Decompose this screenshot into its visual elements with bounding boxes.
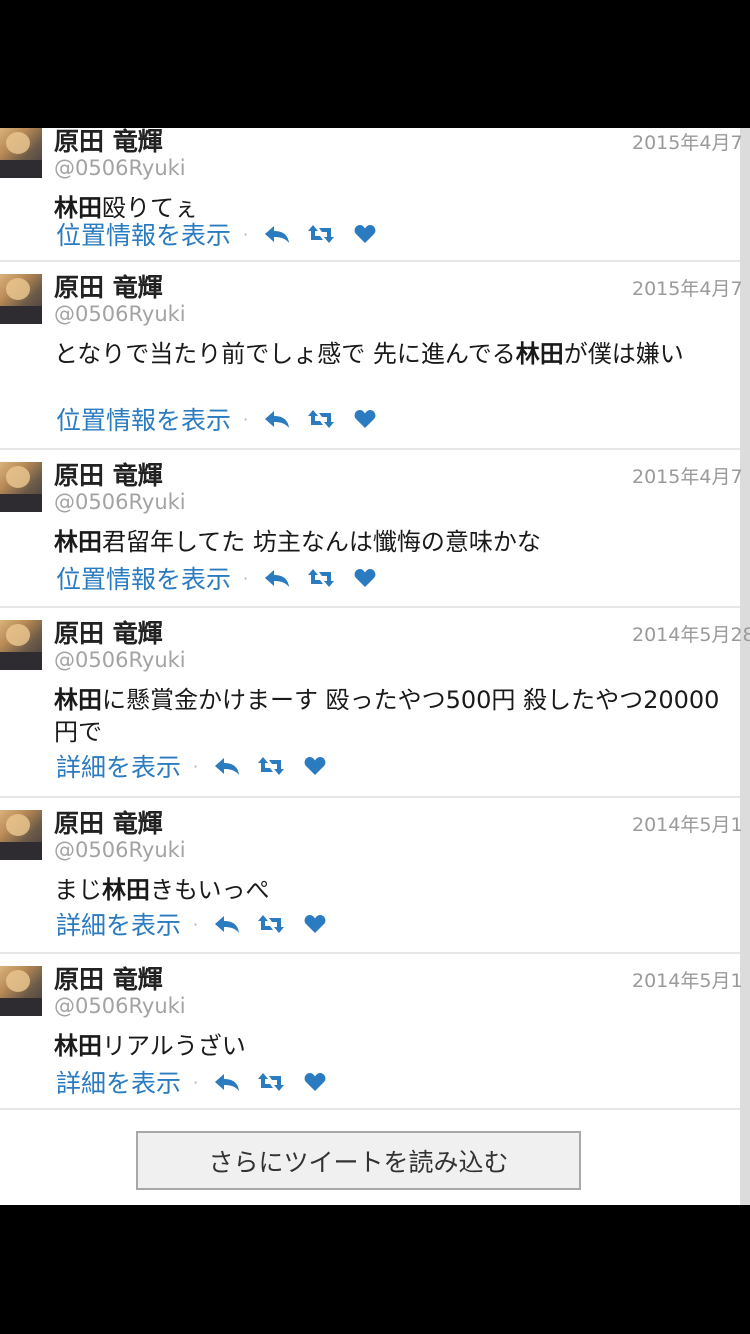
tweet-actions: 位置情報を表示 · bbox=[56, 216, 394, 252]
heart-icon[interactable] bbox=[350, 405, 380, 433]
tweet-text: 林田リアルうざい bbox=[54, 1030, 730, 1062]
tweet-date: 2015年4月7 bbox=[632, 466, 743, 488]
user-handle[interactable]: @0506Ryuki bbox=[54, 648, 186, 672]
show-location-link[interactable]: 位置情報を表示 bbox=[56, 401, 231, 437]
tweet-text: 林田に懸賞金かけまーす 殴ったやつ500円 殺したやつ20000円で bbox=[54, 684, 730, 748]
avatar[interactable] bbox=[0, 966, 42, 1016]
mention-name: 林田 bbox=[54, 686, 102, 714]
avatar[interactable] bbox=[0, 128, 42, 178]
avatar[interactable] bbox=[0, 462, 42, 512]
tweet-text: 林田君留年してた 坊主なんは懺悔の意味かな bbox=[54, 526, 730, 558]
load-more-tweets-button[interactable]: さらにツイートを読み込む bbox=[136, 1131, 581, 1190]
navigation-bar bbox=[0, 1205, 750, 1334]
show-location-link[interactable]: 位置情報を表示 bbox=[56, 560, 231, 596]
tweet-text-rest: 君留年してた 坊主なんは懺悔の意味かな bbox=[102, 528, 541, 556]
tweet-item[interactable]: 原田 竜輝 @0506Ryuki 2015年4月7 となりで当たり前でしょ感で … bbox=[0, 262, 743, 450]
reply-icon[interactable] bbox=[212, 910, 242, 938]
tweet-item[interactable]: 原田 竜輝 @0506Ryuki 2014年5月28 林田に懸賞金かけまーす 殴… bbox=[0, 608, 750, 798]
heart-icon[interactable] bbox=[300, 752, 330, 780]
tweet-text-pre: となりで当たり前でしょ感で 先に進んでる bbox=[54, 340, 516, 368]
user-name[interactable]: 原田 竜輝 bbox=[54, 960, 163, 996]
tweet-item[interactable]: 原田 竜輝 @0506Ryuki 2014年5月1 まじ林田きもいっぺ 詳細を表… bbox=[0, 798, 743, 954]
tweet-text-rest: リアルうざい bbox=[102, 1032, 246, 1060]
user-handle[interactable]: @0506Ryuki bbox=[54, 156, 186, 180]
tweet-actions: 位置情報を表示 · bbox=[56, 401, 394, 437]
tweet-text-rest: きもいっぺ bbox=[150, 876, 270, 904]
user-handle[interactable]: @0506Ryuki bbox=[54, 490, 186, 514]
tweet-item[interactable]: 原田 竜輝 @0506Ryuki 2015年4月7 林田君留年してた 坊主なんは… bbox=[0, 450, 743, 608]
tweet-item[interactable]: 原田 竜輝 @0506Ryuki 2014年5月1 林田リアルうざい 詳細を表示… bbox=[0, 954, 743, 1110]
tweet-text: となりで当たり前でしょ感で 先に進んでる林田が僕は嫌い bbox=[54, 338, 730, 370]
tweet-actions: 詳細を表示 · bbox=[56, 1064, 344, 1100]
tweet-date: 2014年5月28 bbox=[632, 624, 750, 646]
user-handle[interactable]: @0506Ryuki bbox=[54, 838, 186, 862]
separator: · bbox=[243, 568, 249, 588]
user-handle[interactable]: @0506Ryuki bbox=[54, 302, 186, 326]
tweet-text: まじ林田きもいっぺ bbox=[54, 874, 730, 906]
timeline[interactable]: 原田 竜輝 @0506Ryuki 2015年4月7 林田殴りてぇ 位置情報を表示… bbox=[0, 128, 750, 1205]
tweet-text-rest: が僕は嫌い bbox=[563, 340, 684, 368]
reply-icon[interactable] bbox=[262, 405, 292, 433]
separator: · bbox=[243, 409, 249, 429]
tweet-text-pre: まじ bbox=[54, 876, 102, 904]
mention-name: 林田 bbox=[54, 528, 102, 556]
reply-icon[interactable] bbox=[212, 752, 242, 780]
mention-name: 林田 bbox=[515, 340, 564, 368]
user-name[interactable]: 原田 竜輝 bbox=[54, 456, 163, 492]
separator: · bbox=[193, 1072, 199, 1092]
show-details-link[interactable]: 詳細を表示 bbox=[56, 1064, 181, 1100]
retweet-icon[interactable] bbox=[306, 405, 336, 433]
tweet-text-rest: に懸賞金かけまーす 殴ったやつ500円 殺したやつ20000円で bbox=[54, 686, 720, 746]
separator: · bbox=[193, 756, 199, 776]
separator: · bbox=[243, 224, 249, 244]
heart-icon[interactable] bbox=[300, 1068, 330, 1096]
separator: · bbox=[193, 914, 199, 934]
retweet-icon[interactable] bbox=[256, 910, 286, 938]
heart-icon[interactable] bbox=[300, 910, 330, 938]
user-handle[interactable]: @0506Ryuki bbox=[54, 994, 186, 1018]
status-bar bbox=[0, 0, 750, 128]
reply-icon[interactable] bbox=[212, 1068, 242, 1096]
tweet-item[interactable]: 原田 竜輝 @0506Ryuki 2015年4月7 林田殴りてぇ 位置情報を表示… bbox=[0, 128, 743, 262]
reply-icon[interactable] bbox=[262, 564, 292, 592]
tweet-date: 2015年4月7 bbox=[632, 132, 743, 154]
avatar[interactable] bbox=[0, 810, 42, 860]
reply-icon[interactable] bbox=[262, 220, 292, 248]
retweet-icon[interactable] bbox=[256, 752, 286, 780]
heart-icon[interactable] bbox=[350, 220, 380, 248]
show-details-link[interactable]: 詳細を表示 bbox=[56, 906, 181, 942]
avatar[interactable] bbox=[0, 620, 42, 670]
tweet-actions: 位置情報を表示 · bbox=[56, 560, 394, 596]
tweet-date: 2014年5月1 bbox=[632, 814, 743, 836]
tweet-date: 2014年5月1 bbox=[632, 970, 743, 992]
user-name[interactable]: 原田 竜輝 bbox=[54, 268, 163, 304]
tweet-actions: 詳細を表示 · bbox=[56, 906, 344, 942]
mention-name: 林田 bbox=[102, 876, 150, 904]
avatar[interactable] bbox=[0, 274, 42, 324]
retweet-icon[interactable] bbox=[306, 564, 336, 592]
heart-icon[interactable] bbox=[350, 564, 380, 592]
user-name[interactable]: 原田 竜輝 bbox=[54, 804, 163, 840]
user-name[interactable]: 原田 竜輝 bbox=[54, 614, 163, 650]
retweet-icon[interactable] bbox=[256, 1068, 286, 1096]
tweet-date: 2015年4月7 bbox=[632, 278, 743, 300]
retweet-icon[interactable] bbox=[306, 220, 336, 248]
user-name[interactable]: 原田 竜輝 bbox=[54, 128, 163, 158]
show-details-link[interactable]: 詳細を表示 bbox=[56, 748, 181, 784]
show-location-link[interactable]: 位置情報を表示 bbox=[56, 216, 231, 252]
tweet-actions: 詳細を表示 · bbox=[56, 748, 344, 784]
mention-name: 林田 bbox=[54, 1032, 102, 1060]
